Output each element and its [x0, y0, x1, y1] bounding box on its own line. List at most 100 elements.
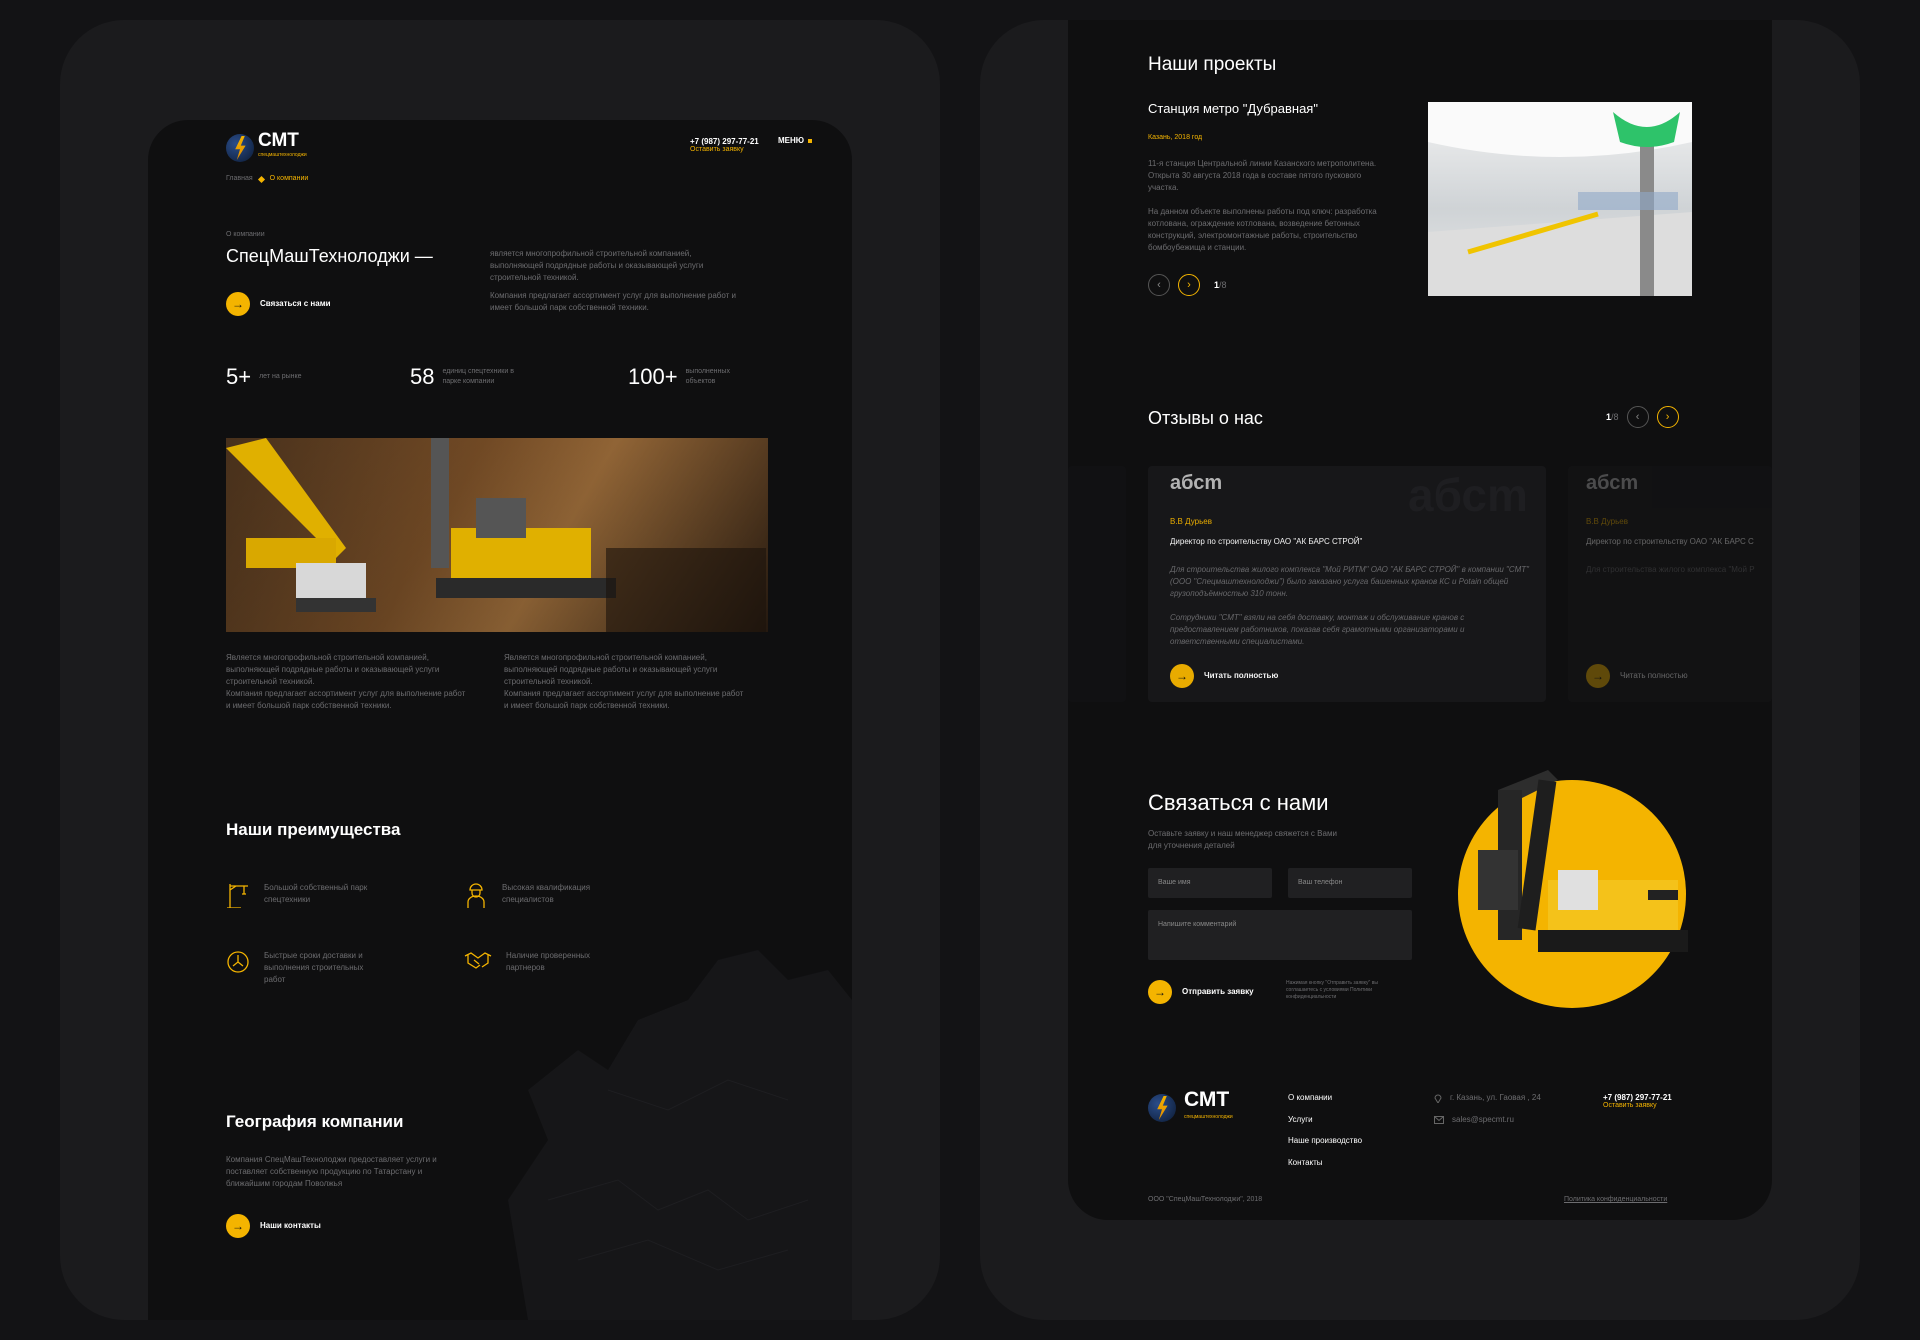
arrow-right-icon: → — [1586, 664, 1610, 688]
hero-contact-button[interactable]: → Связаться с нами — [226, 292, 331, 316]
handshake-icon — [464, 952, 492, 969]
projects-next-button[interactable]: › — [1178, 274, 1200, 296]
left-device-frame: СМТ спецмаштехнолоджи +7 (987) 297-77-21… — [60, 20, 940, 1320]
breadcrumb-home[interactable]: Главная — [226, 174, 253, 184]
hero-description-1: является многопрофильной строительной ко… — [490, 249, 704, 282]
review-author-name: В.В Дурьев — [1170, 517, 1212, 526]
logo-emblem[interactable] — [226, 134, 254, 162]
review-next-read-more-label: Читать полностью — [1620, 671, 1688, 680]
advantage-item-qualification: Высокая квалификация специалистов — [464, 882, 612, 908]
footer-copyright: ООО "СпецМашТехнолоджи", 2018 — [1148, 1196, 1263, 1203]
mail-icon — [1434, 1116, 1444, 1124]
arrow-right-icon: → — [1170, 664, 1194, 688]
advantage-item-fleet: Большой собственный парк спецтехники — [226, 882, 394, 908]
contact-title: Связаться с нами — [1148, 790, 1329, 815]
construction-site-photo — [226, 438, 768, 632]
review-card: абсm абсm В.В Дурьев Директор по строите… — [1148, 466, 1546, 702]
excavator-illustration — [226, 438, 768, 632]
review-next-position: Директор по строительству ОАО "АК БАРС С — [1586, 537, 1754, 546]
reviews-prev-button[interactable]: ‹ — [1626, 406, 1649, 428]
review-read-more-button[interactable]: → Читать полностью — [1170, 664, 1278, 688]
metro-station-photo — [1428, 102, 1692, 296]
logo-tagline: спецмаштехнолоджи — [258, 152, 307, 158]
footer-logo-tagline: спецмаштехнолоджи — [1184, 1114, 1233, 1120]
logo-text: СМТ — [258, 130, 299, 151]
advantage-item-speed: Быстрые сроки доставки и выполнения стро… — [226, 950, 384, 986]
stat-machines: 58 единиц спецтехники в парке компании — [410, 364, 532, 390]
review-watermark-logo: абсm — [1408, 469, 1528, 521]
menu-button[interactable]: МЕНЮ — [778, 136, 813, 145]
advantage-item-partners: Наличие проверенных партнеров — [464, 950, 616, 974]
about-column-2-paragraph-1: Является многопрофильной строительной ко… — [504, 653, 718, 686]
footer-nav-services[interactable]: Услуги — [1288, 1114, 1313, 1126]
review-paragraph-1: Для строительства жилого комплекса "Мой … — [1170, 565, 1529, 598]
footer-email-text: sales@specmt.ru — [1452, 1115, 1514, 1124]
reviews-pager: 1/8 ‹ › — [1606, 406, 1679, 428]
review-author-position: Директор по строительству ОАО "АК БАРС С… — [1170, 537, 1363, 546]
menu-label: МЕНЮ — [778, 136, 805, 145]
drilling-rig-illustration — [1478, 770, 1688, 952]
arrow-right-icon: → — [226, 292, 250, 316]
footer-nav-contacts[interactable]: Контакты — [1288, 1157, 1323, 1169]
stat-machines-label: единиц спецтехники в парке компании — [442, 368, 514, 385]
footer-email[interactable]: sales@specmt.ru — [1434, 1114, 1514, 1126]
footer-nav-about[interactable]: О компании — [1288, 1092, 1332, 1104]
header-request-link[interactable]: Оставить заявку — [690, 146, 744, 153]
contacts-button[interactable]: → Наши контакты — [226, 1214, 321, 1238]
review-next-read-more[interactable]: → Читать полностью — [1586, 664, 1688, 688]
reviews-page-total: /8 — [1611, 411, 1619, 422]
footer-logo-emblem[interactable] — [1148, 1094, 1176, 1122]
review-company-logo: абсm — [1170, 472, 1223, 494]
submit-button[interactable]: → Отправить заявку — [1148, 980, 1254, 1004]
phone-input[interactable]: Ваш телефон — [1288, 868, 1412, 898]
stat-years-label: лет на рынке — [259, 373, 302, 380]
footer-logo-text: СМТ — [1184, 1088, 1230, 1111]
footer-request-link[interactable]: Оставить заявку — [1603, 1102, 1657, 1109]
hero-eyebrow: О компании — [226, 231, 265, 238]
advantages-title: Наши преимущества — [226, 820, 401, 839]
about-column-1-paragraph-1: Является многопрофильной строительной ко… — [226, 653, 440, 686]
right-device-frame: Наши проекты Станция метро "Дубравная" К… — [980, 20, 1860, 1320]
review-card-next[interactable]: абсm В.В Дурьев Директор по строительств… — [1568, 466, 1772, 702]
contact-subtitle: Оставьте заявку и наш менеджер свяжется … — [1148, 829, 1337, 850]
reviews-next-button[interactable]: › — [1656, 406, 1679, 428]
advantage-text-partners: Наличие проверенных партнеров — [506, 951, 590, 972]
projects-page-screen: Наши проекты Станция метро "Дубравная" К… — [1068, 20, 1772, 1220]
name-input[interactable]: Ваше имя — [1148, 868, 1272, 898]
projects-pager: ‹ › 1/8 — [1148, 274, 1227, 296]
geography-title: География компании — [226, 1112, 404, 1131]
hero-description-2: Компания предлагает ассортимент услуг дл… — [490, 291, 736, 312]
arrow-right-icon: → — [226, 1214, 250, 1238]
hero-contact-label: Связаться с нами — [260, 299, 331, 308]
comment-textarea[interactable]: Напишите комментарий — [1148, 910, 1412, 960]
stat-projects-label: выполненных объектов — [685, 368, 730, 385]
project-meta: Казань, 2018 год — [1148, 134, 1203, 141]
arrow-right-icon: → — [1148, 980, 1172, 1004]
stat-projects-value: 100+ — [628, 364, 678, 389]
submit-button-label: Отправить заявку — [1182, 987, 1254, 996]
project-name: Станция метро "Дубравная" — [1148, 101, 1318, 116]
projects-title: Наши проекты — [1148, 54, 1277, 75]
advantage-text-qualification: Высокая квалификация специалистов — [502, 883, 591, 904]
projects-page-counter: 1/8 — [1214, 279, 1227, 292]
footer-privacy-link[interactable]: Политика конфиденциальности — [1564, 1196, 1667, 1203]
advantage-text-speed: Быстрые сроки доставки и выполнения стро… — [264, 951, 364, 984]
review-paragraph-2: Сотрудники "СМТ" взяли на себя доставку,… — [1170, 613, 1465, 646]
footer-address: г. Казань, ул. Гаовая , 24 — [1434, 1092, 1541, 1104]
review-read-more-label: Читать полностью — [1204, 671, 1279, 680]
worker-icon — [467, 883, 485, 908]
russia-map-background — [508, 950, 852, 1320]
location-pin-icon — [1434, 1094, 1442, 1103]
review-card-previous[interactable] — [1068, 466, 1126, 702]
review-next-paragraph: Для строительства жилого комплекса "Мой … — [1586, 565, 1755, 574]
stat-years-value: 5+ — [226, 364, 252, 389]
crane-icon — [227, 884, 248, 908]
projects-prev-button[interactable]: ‹ — [1148, 274, 1170, 296]
footer-address-text: г. Казань, ул. Гаовая , 24 — [1450, 1093, 1541, 1102]
footer-nav-production[interactable]: Наше производство — [1288, 1135, 1362, 1147]
project-paragraph-2: На данном объекте выполнены работы под к… — [1148, 207, 1377, 252]
reviews-page-counter: 1/8 — [1606, 411, 1619, 424]
clock-icon — [227, 951, 249, 973]
breadcrumb-current: О компании — [269, 175, 309, 182]
advantage-text-fleet: Большой собственный парк спецтехники — [264, 883, 368, 904]
